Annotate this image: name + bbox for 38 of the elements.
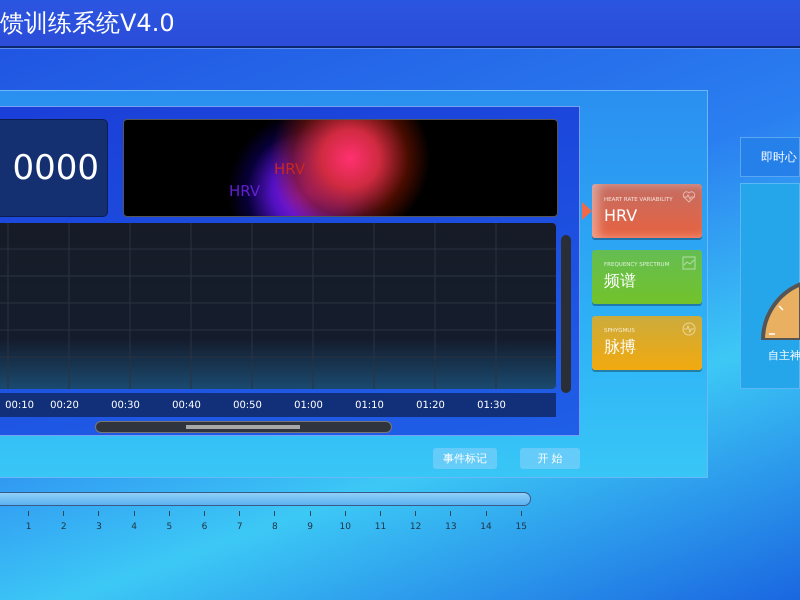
scale-label: 8	[272, 522, 278, 532]
glow-label: HRV	[274, 160, 306, 178]
action-button[interactable]: 事件标记	[433, 448, 497, 469]
scale-label: 6	[202, 522, 208, 532]
scale-label: 7	[236, 522, 243, 532]
time-label: 01:20	[415, 400, 446, 410]
chart-icon	[682, 256, 696, 270]
scale-label: 2	[60, 522, 67, 532]
time-label: 00:40	[171, 400, 202, 410]
scale-label: 11	[374, 522, 386, 532]
scale-label: 3	[96, 522, 102, 532]
scale-label: 5	[166, 522, 172, 532]
scale-label: 10	[340, 522, 351, 532]
pulse-icon	[682, 322, 696, 336]
time-label: 00:50	[232, 400, 263, 410]
scale-label: 12	[410, 522, 422, 532]
time-label: 00:30	[110, 400, 141, 410]
panel-title: 即时心	[740, 137, 800, 177]
vertical-scrollbar[interactable]	[561, 235, 571, 393]
time-label: 01:30	[476, 400, 507, 410]
time-label: 00:10	[4, 400, 34, 410]
time-label: 00:20	[49, 400, 80, 410]
heart-pulse-icon	[682, 190, 696, 204]
scale-label: 13	[445, 522, 457, 532]
scale-label: 14	[480, 522, 492, 532]
window-title: 馈训练系统V4.0	[0, 8, 175, 39]
time-label: 01:00	[293, 400, 324, 410]
scroll-thumb[interactable]	[186, 425, 300, 429]
glow-label: HRV	[229, 182, 260, 200]
time-label: 01:10	[354, 400, 385, 410]
scale-label: 4	[131, 522, 138, 532]
scale-label: 1	[26, 522, 32, 532]
horizontal-scrollbar[interactable]	[95, 421, 392, 433]
scale-label: 15	[515, 522, 527, 532]
scale-label: 9	[307, 522, 313, 532]
gauge-label: 自主神	[768, 348, 800, 363]
counter-display: 0000	[0, 119, 108, 217]
action-button[interactable]: 开 始	[520, 448, 580, 469]
